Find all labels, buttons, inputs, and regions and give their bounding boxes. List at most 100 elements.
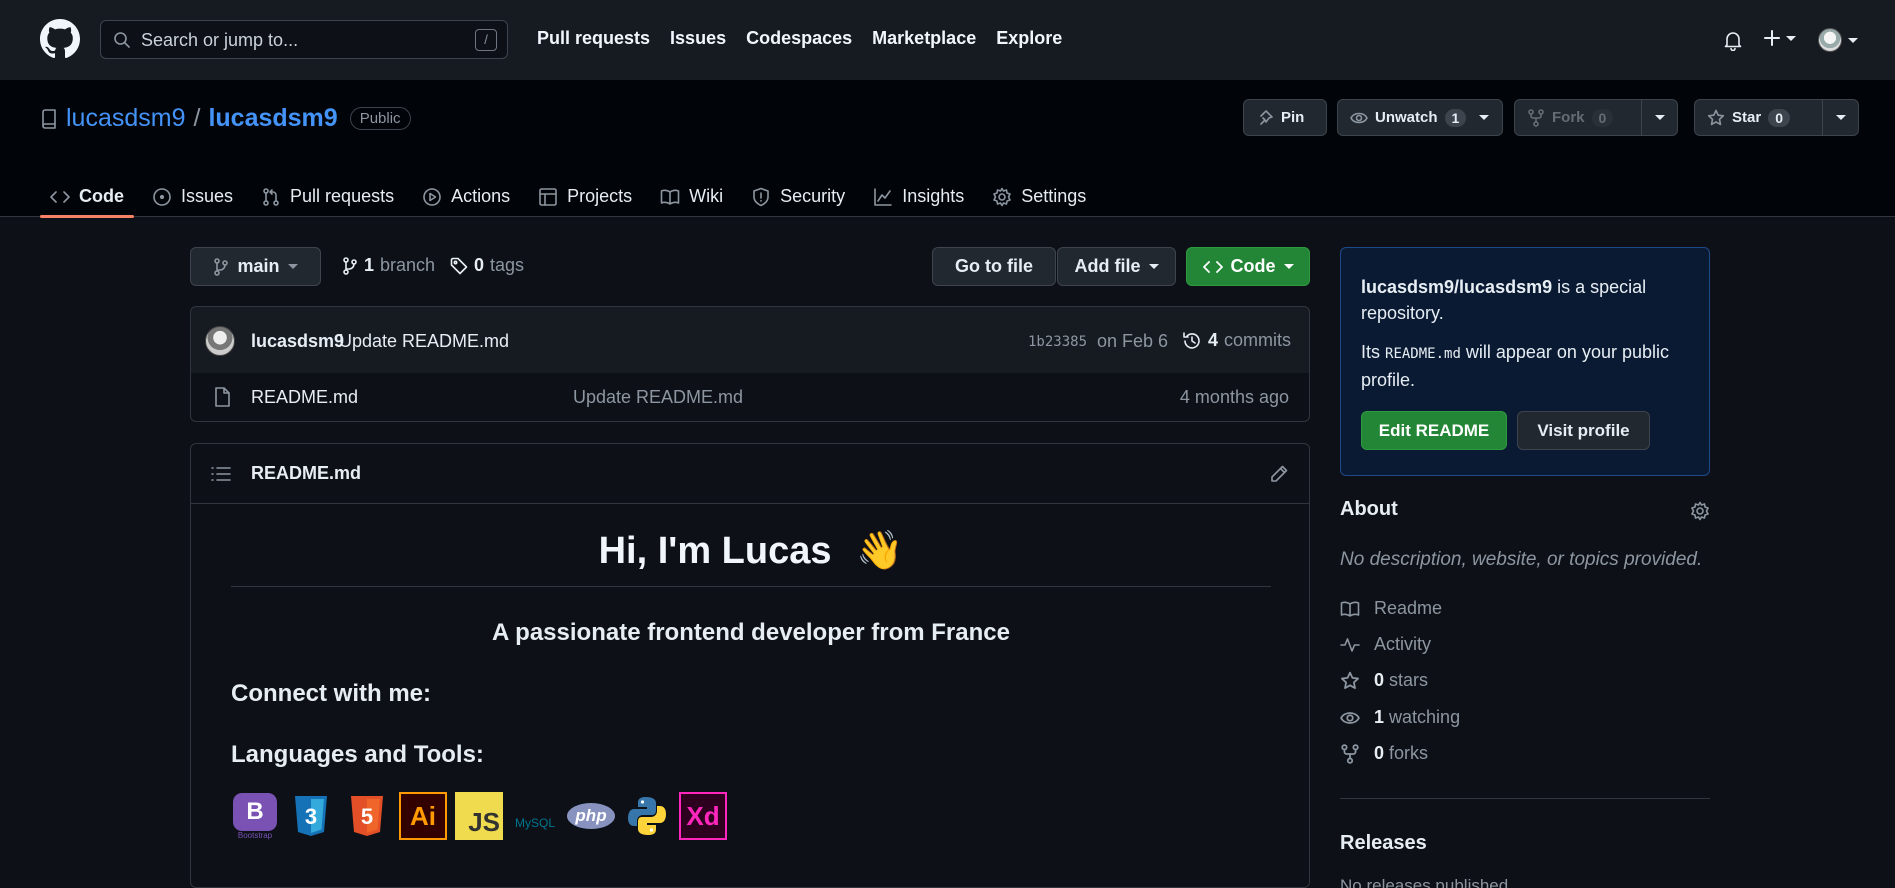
tab-insights[interactable]: Insights (863, 176, 974, 217)
fork-icon (1528, 108, 1544, 127)
user-menu[interactable] (1818, 28, 1858, 52)
illustrator-icon[interactable]: Ai (399, 792, 447, 840)
xd-icon[interactable]: Xd (679, 792, 727, 840)
nav-pull-requests[interactable]: Pull requests (537, 28, 650, 49)
graph-icon (874, 187, 892, 206)
repo-separator: / (193, 104, 201, 132)
stars-link[interactable]: 0 stars (1340, 670, 1428, 691)
forks-link[interactable]: 0 forks (1340, 743, 1428, 764)
css3-text: 3 (305, 804, 317, 829)
file-row[interactable]: README.md Update README.md 4 months ago (190, 373, 1310, 422)
bootstrap-caption: Bootstrap (237, 830, 273, 840)
branch-label: branch (380, 255, 436, 275)
divider (1340, 798, 1710, 799)
fork-counter: 0 (1591, 108, 1614, 127)
commit-count-label: commits (1224, 330, 1292, 350)
commit-hash[interactable]: 1b23385 (1028, 334, 1087, 350)
readme-panel: README.md Hi, I'm Lucas 👋 A passionate f… (190, 443, 1310, 888)
chevron-down-icon (1283, 264, 1294, 269)
commit-author[interactable]: lucasdsm9 (251, 331, 344, 352)
global-nav: Pull requests Issues Codespaces Marketpl… (537, 28, 1062, 49)
fork-button[interactable]: Fork 0 (1514, 99, 1678, 136)
repo-name-link[interactable]: lucasdsm9 (208, 104, 337, 133)
python-icon[interactable] (623, 792, 671, 840)
branch-count: 1 (364, 255, 375, 275)
repo-owner-link[interactable]: lucasdsm9 (66, 104, 186, 133)
watching-link[interactable]: 1 watching (1340, 707, 1460, 728)
tab-projects[interactable]: Projects (528, 176, 642, 217)
code-button[interactable]: Code (1186, 247, 1310, 286)
file-name[interactable]: README.md (251, 387, 358, 408)
shield-icon (753, 187, 769, 206)
branch-selector-button[interactable]: main (190, 247, 321, 286)
avatar (1818, 28, 1842, 52)
css3-icon[interactable]: 3 (287, 792, 335, 840)
php-icon[interactable]: php (567, 792, 615, 840)
commit-message[interactable]: Update README.md (339, 331, 509, 352)
forks-count: 0 (1374, 743, 1385, 763)
javascript-icon[interactable]: JS (455, 792, 503, 840)
tab-security[interactable]: Security (741, 176, 855, 217)
nav-explore[interactable]: Explore (996, 28, 1062, 49)
fork-dropdown[interactable] (1641, 100, 1677, 135)
tab-settings[interactable]: Settings (982, 176, 1096, 217)
watch-counter: 1 (1444, 108, 1467, 127)
search-input[interactable]: Search or jump to... / (100, 20, 508, 59)
special-text2-code: README.md (1385, 346, 1461, 362)
chevron-down-icon (1479, 115, 1490, 120)
gear-icon[interactable] (1690, 501, 1710, 521)
repo-title: lucasdsm9 / lucasdsm9 Public (40, 104, 411, 133)
eye-icon (1350, 112, 1368, 123)
tab-code[interactable]: Code (40, 176, 134, 218)
branch-icon (214, 257, 229, 276)
html5-text: 5 (361, 804, 373, 829)
tab-code-label: Code (79, 186, 124, 206)
releases-heading[interactable]: Releases (1340, 832, 1427, 855)
html5-icon[interactable]: 5 (343, 792, 391, 840)
notifications-bell-icon[interactable] (1722, 29, 1744, 51)
code-icon (1202, 260, 1223, 273)
watching-label: watching (1389, 707, 1461, 727)
activity-link[interactable]: Activity (1340, 634, 1431, 655)
tags-link[interactable]: 0 tags (450, 255, 524, 276)
star-icon (1707, 109, 1725, 125)
create-new-dropdown[interactable] (1762, 28, 1796, 48)
bootstrap-icon[interactable]: B Bootstrap (231, 792, 279, 840)
edit-readme-button[interactable]: Edit README (1361, 411, 1507, 450)
star-counter: 0 (1768, 108, 1790, 127)
tab-wiki[interactable]: Wiki (650, 176, 733, 217)
file-commit-message[interactable]: Update README.md (573, 387, 743, 408)
star-button[interactable]: Star 0 (1694, 99, 1859, 136)
visit-profile-button[interactable]: Visit profile (1517, 411, 1650, 450)
global-header: Search or jump to... / Pull requests Iss… (0, 0, 1895, 80)
readme-subtitle: A passionate frontend developer from Fra… (492, 619, 1010, 646)
tab-pull-requests[interactable]: Pull requests (251, 176, 404, 217)
nav-issues[interactable]: Issues (670, 28, 726, 49)
tab-actions[interactable]: Actions (412, 176, 520, 217)
tab-wiki-label: Wiki (689, 186, 724, 206)
avatar[interactable] (205, 326, 235, 356)
commits-link[interactable]: 4 commits (1182, 330, 1291, 351)
list-icon[interactable] (211, 465, 231, 483)
star-label: Star (1732, 109, 1762, 126)
readme-title: Hi, I'm Lucas 👋 (231, 529, 1271, 573)
mysql-icon[interactable]: MySQL (511, 792, 559, 840)
about-heading: About (1340, 498, 1398, 520)
pin-button[interactable]: Pin (1243, 99, 1327, 136)
nav-marketplace[interactable]: Marketplace (872, 28, 976, 49)
table-icon (539, 187, 557, 206)
star-dropdown[interactable] (1822, 100, 1858, 135)
pencil-icon[interactable] (1269, 464, 1289, 484)
go-to-file-button[interactable]: Go to file (932, 247, 1056, 286)
search-icon (114, 32, 130, 48)
tab-issues[interactable]: Issues (142, 176, 243, 217)
releases-empty: No releases published (1340, 876, 1509, 888)
branches-link[interactable]: 1 branch (342, 255, 435, 276)
add-file-button[interactable]: Add file (1057, 247, 1176, 286)
code-icon (50, 190, 70, 203)
readme-link[interactable]: Readme (1340, 598, 1442, 619)
readme-filename[interactable]: README.md (251, 463, 361, 484)
nav-codespaces[interactable]: Codespaces (746, 28, 852, 49)
github-logo-icon[interactable] (40, 19, 80, 59)
unwatch-button[interactable]: Unwatch 1 (1337, 99, 1503, 136)
